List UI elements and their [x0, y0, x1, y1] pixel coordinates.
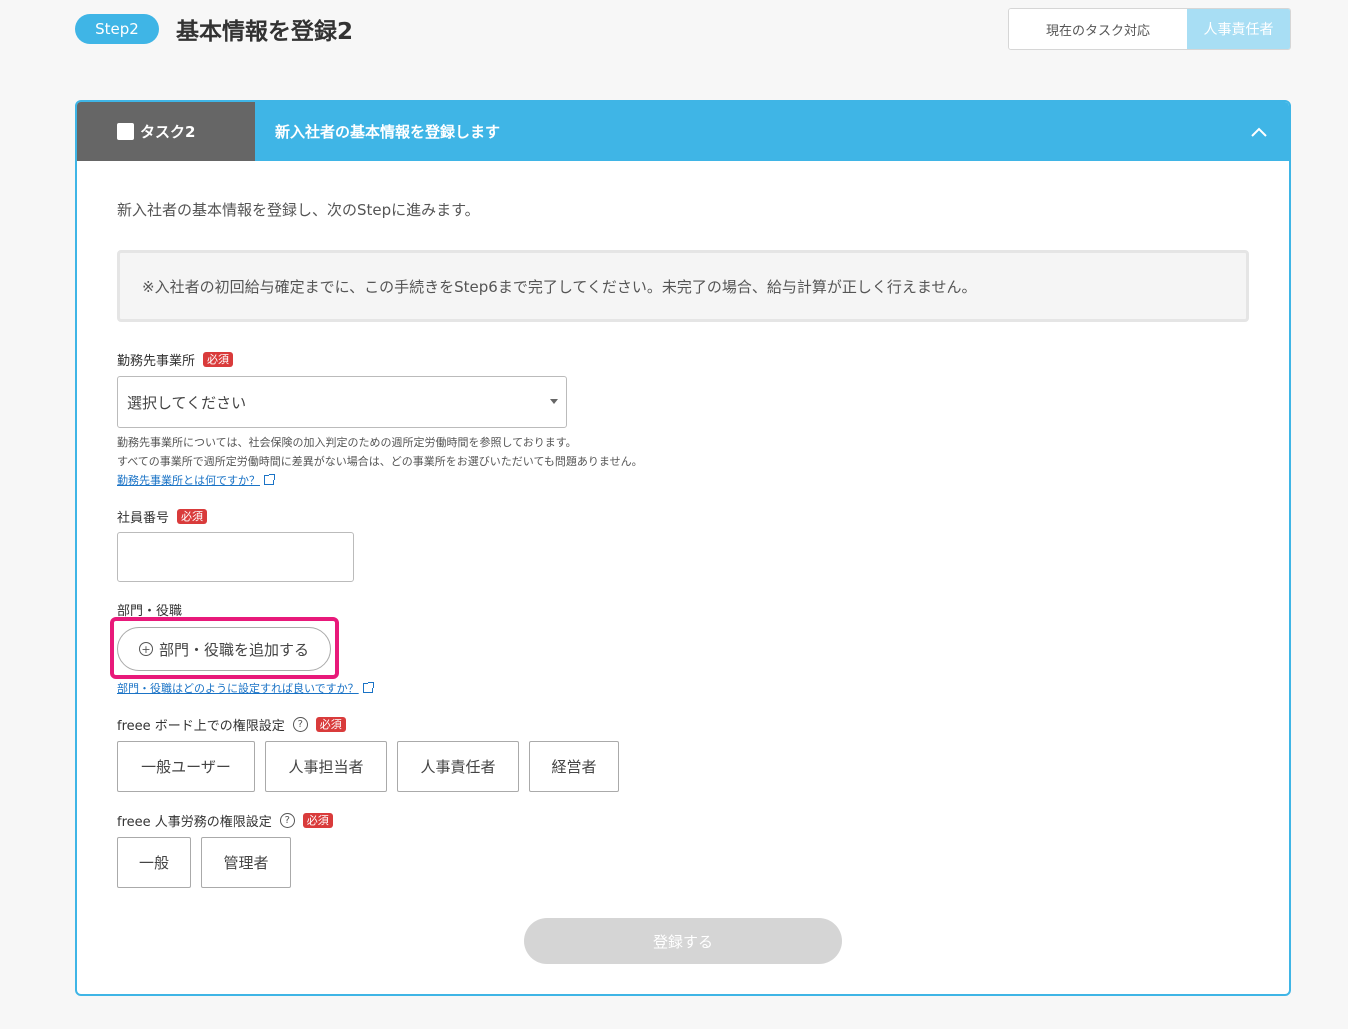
office-help-link-text: 勤務先事業所とは何ですか？ — [117, 474, 260, 487]
employee-no-label-text: 社員番号 — [117, 511, 170, 526]
hr-option-admin[interactable]: 管理者 — [201, 837, 291, 888]
role-button[interactable]: 人事責任者 — [1187, 9, 1290, 49]
dept-help-link[interactable]: 部門・役職はどのように設定すれば良いですか？ — [117, 680, 374, 696]
required-badge: 必須 — [203, 352, 234, 367]
plus-circle-icon: + — [138, 642, 153, 656]
board-option-executive[interactable]: 経営者 — [529, 741, 619, 792]
hr-perm-label: freee 人事労務の権限設定 ? 必須 — [117, 811, 333, 830]
required-badge: 必須 — [302, 813, 333, 828]
page-title: 基本情報を登録2 — [176, 19, 354, 45]
board-option-hr-manager[interactable]: 人事責任者 — [397, 741, 519, 792]
submit-button[interactable]: 登録する — [524, 918, 842, 964]
office-help-link[interactable]: 勤務先事業所とは何ですか？ — [117, 472, 275, 488]
office-hint-2: すべての事業所で週所定労働時間に差異がない場合は、どの事業所をお選びいただいても… — [117, 455, 643, 468]
office-select[interactable]: 選択してください — [117, 376, 567, 428]
office-label: 勤務先事業所 必須 — [117, 350, 234, 369]
help-icon[interactable]: ? — [292, 717, 308, 732]
external-link-icon — [264, 474, 275, 485]
intro-text: 新入社者の基本情報を登録し、次のStepに進みます。 — [117, 201, 480, 219]
task-card: タスク2 新入社者の基本情報を登録します 新入社者の基本情報を登録し、次のSte… — [75, 100, 1291, 996]
employee-no-label: 社員番号 必須 — [117, 507, 208, 526]
required-badge: 必須 — [315, 717, 346, 732]
hr-option-general[interactable]: 一般 — [117, 837, 191, 888]
current-task-label: 現在のタスク対応 — [1009, 9, 1187, 49]
board-perm-label-text: freee ボード上での権限設定 — [117, 719, 285, 734]
role-switch[interactable]: 現在のタスク対応 人事責任者 — [1008, 8, 1291, 50]
hr-perm-label-text: freee 人事労務の権限設定 — [117, 815, 272, 830]
notice-box: ※入社者の初回給与確定までに、この手続きをStep6まで完了してください。未完了… — [117, 250, 1249, 322]
board-perm-label: freee ボード上での権限設定 ? 必須 — [117, 715, 346, 734]
task-card-header[interactable]: タスク2 新入社者の基本情報を登録します — [77, 102, 1289, 161]
add-dept-button-label: 部門・役職を追加する — [158, 640, 309, 659]
office-select-value: 選択してください — [127, 393, 247, 412]
office-label-text: 勤務先事業所 — [117, 354, 196, 369]
office-hint-1: 勤務先事業所については、社会保険の加入判定のための週所定労働時間を参照しておりま… — [117, 436, 577, 449]
dept-help-link-text: 部門・役職はどのように設定すれば良いですか？ — [117, 682, 359, 695]
task-header-title: 新入社者の基本情報を登録します — [275, 123, 501, 141]
add-dept-button[interactable]: + 部門・役職を追加する — [117, 627, 331, 671]
collapse-button[interactable] — [1229, 102, 1289, 161]
external-link-icon — [362, 682, 374, 693]
step-badge: Step2 — [75, 14, 159, 44]
task-tag-label: タスク2 — [140, 123, 196, 141]
checkbox-icon[interactable] — [117, 123, 134, 140]
task-tag: タスク2 — [77, 102, 255, 161]
board-option-general-user[interactable]: 一般ユーザー — [117, 741, 255, 792]
required-badge: 必須 — [177, 509, 208, 524]
caret-down-icon — [550, 399, 558, 404]
board-option-hr-staff[interactable]: 人事担当者 — [265, 741, 387, 792]
help-icon[interactable]: ? — [279, 813, 295, 828]
chevron-up-icon — [1251, 127, 1267, 137]
task-card-body: 新入社者の基本情報を登録し、次のStepに進みます。 ※入社者の初回給与確定まで… — [110, 161, 1249, 994]
employee-no-input[interactable] — [117, 532, 354, 582]
